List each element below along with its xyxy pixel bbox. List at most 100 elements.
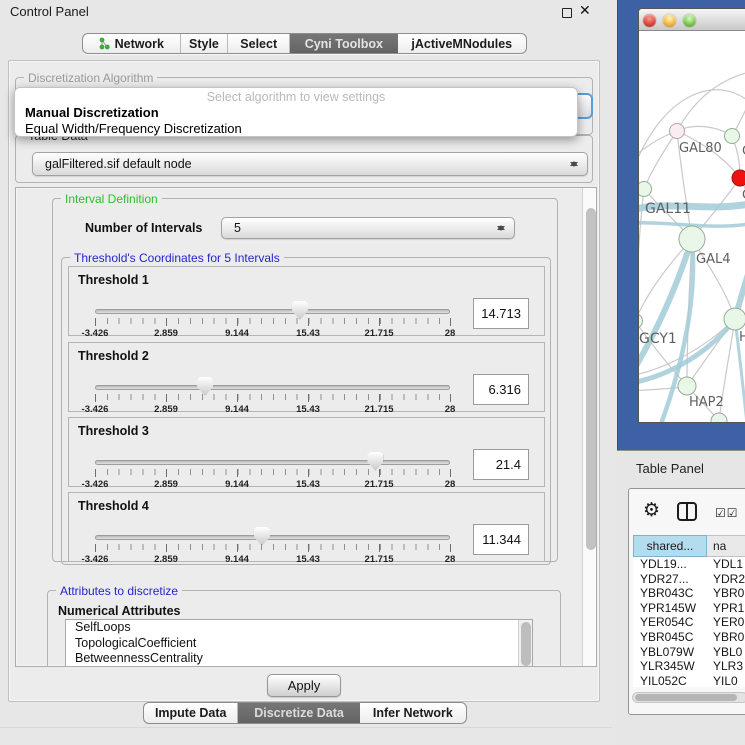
threshold-3-panel: Threshold 3 -3.426 2.859 9.144 15.43 21.… <box>68 417 545 487</box>
table-row[interactable]: YBL079WYBL0 <box>633 645 745 660</box>
apply-row: Apply <box>15 671 597 701</box>
node[interactable] <box>724 308 745 330</box>
node-gal4[interactable] <box>679 226 705 252</box>
threshold-1-label: Threshold 1 <box>78 273 149 287</box>
algorithm-option-manual[interactable]: Manual Discretization <box>25 105 159 120</box>
number-of-intervals-value: 5 <box>234 221 241 235</box>
threshold-2-slider[interactable]: -3.426 2.859 9.144 15.43 21.715 28 <box>95 377 450 411</box>
tab-jactivemnodules[interactable]: jActiveMNodules <box>398 34 526 53</box>
numerical-attributes-list[interactable]: SelfLoops TopologicalCoefficient Between… <box>65 619 533 667</box>
threshold-1-value-input[interactable] <box>473 298 529 329</box>
threshold-4-value-input[interactable] <box>473 524 529 555</box>
slider-ticks <box>95 469 451 475</box>
settings-scrollpane: Interval Definition Number of Intervals … <box>15 187 597 667</box>
list-item[interactable]: TopologicalCoefficient <box>66 636 532 652</box>
attributes-to-discretize-group: Attributes to discretize Numerical Attri… <box>47 590 561 667</box>
zoom-traffic-light-icon[interactable] <box>683 14 696 27</box>
svg-text:HAP2: HAP2 <box>689 395 724 410</box>
table-data-group: Table Data galFiltered.sif default node <box>15 135 593 183</box>
threshold-1-slider[interactable]: -3.426 2.859 9.144 15.43 21.715 28 <box>95 301 450 335</box>
divider <box>0 727 612 728</box>
control-panel-tabs: Network Style Select Cyni Toolbox jActiv… <box>82 33 527 54</box>
svg-text:GAL11: GAL11 <box>645 201 691 217</box>
table-row[interactable]: YER054CYER0 <box>633 615 745 630</box>
table-row[interactable]: YLR345WYLR3 <box>633 659 745 674</box>
slider-track <box>95 309 450 314</box>
threshold-3-label: Threshold 3 <box>78 424 149 438</box>
network-window-titlebar[interactable] <box>639 9 745 31</box>
tab-network[interactable]: Network <box>83 34 181 53</box>
table-row[interactable]: YDR27...YDR2 <box>633 572 745 587</box>
threshold-3-slider[interactable]: -3.426 2.859 9.144 15.43 21.715 28 <box>95 452 450 486</box>
column-header-name[interactable]: na <box>707 535 745 557</box>
minimize-traffic-light-icon[interactable] <box>663 14 676 27</box>
table-row[interactable]: YIL052CYIL0 <box>633 674 745 687</box>
table-panel-title: Table Panel <box>636 461 704 476</box>
numerical-attributes-label: Numerical Attributes <box>58 604 180 618</box>
cyni-toolbox-panel: Discretization Algorithm Select algorith… <box>8 60 600 702</box>
network-desktop-background: GAL80 G. C GAL11 GAL4 GCY1 H HAP2 <box>617 0 745 450</box>
close-traffic-light-icon[interactable] <box>643 14 656 27</box>
threshold-2-label: Threshold 2 <box>78 349 149 363</box>
table-header-row: shared... na <box>633 535 745 557</box>
node-hap2[interactable] <box>678 377 696 395</box>
threshold-3-value-input[interactable] <box>473 449 529 480</box>
interval-definition-group: Interval Definition Number of Intervals … <box>52 198 558 562</box>
cyni-bottom-tabs: Impute Data Discretize Data Infer Networ… <box>143 702 467 724</box>
network-icon <box>99 37 110 50</box>
float-window-icon[interactable] <box>562 8 572 18</box>
algorithm-option-equal-width[interactable]: Equal Width/Frequency Discretization <box>25 121 242 136</box>
table-panel-area: Table Panel ⚙ ☑☑ shared... na YDL19...YD… <box>617 450 745 745</box>
tab-cyni-toolbox[interactable]: Cyni Toolbox <box>290 34 398 53</box>
node-gcy1[interactable] <box>639 314 643 329</box>
attributes-to-discretize-label: Attributes to discretize <box>56 584 182 598</box>
gear-icon[interactable]: ⚙ <box>643 499 660 522</box>
table-row[interactable]: YBR045CYBR0 <box>633 630 745 645</box>
table-row[interactable]: YPR145WYPR1 <box>633 601 745 616</box>
table-row[interactable]: YBR043CYBR0 <box>633 586 745 601</box>
list-scrollbar-thumb[interactable] <box>521 622 531 666</box>
column-header-shared-name[interactable]: shared... <box>633 535 707 557</box>
table-horizontal-scrollbar[interactable] <box>632 692 745 703</box>
list-item[interactable]: SelfLoops <box>66 620 532 636</box>
node-gal80[interactable] <box>670 124 685 139</box>
network-view-window[interactable]: GAL80 G. C GAL11 GAL4 GCY1 H HAP2 <box>638 8 745 423</box>
threshold-1-panel: Threshold 1 -3.426 2.859 9.144 15.43 21.… <box>68 266 545 336</box>
tab-style[interactable]: Style <box>181 34 229 53</box>
select-columns-icon[interactable]: ☑☑ <box>715 506 739 520</box>
node-gal11[interactable] <box>639 182 652 197</box>
table-data-combobox[interactable]: galFiltered.sif default node <box>32 152 588 176</box>
network-canvas[interactable]: GAL80 G. C GAL11 GAL4 GCY1 H HAP2 <box>639 31 745 423</box>
svg-text:H: H <box>739 330 745 345</box>
node-selected-red[interactable] <box>732 170 745 186</box>
table-data-value: galFiltered.sif default node <box>45 157 192 171</box>
tab-infer-network[interactable]: Infer Network <box>360 703 466 723</box>
threshold-coordinates-group: Threshold's Coordinates for 5 Intervals … <box>61 257 551 565</box>
tab-select[interactable]: Select <box>228 34 290 53</box>
threshold-4-slider[interactable]: -3.426 2.859 9.144 15.43 21.715 28 <box>95 527 450 561</box>
node[interactable] <box>725 129 740 144</box>
slider-track <box>95 385 450 390</box>
table-scrollbar-thumb[interactable] <box>635 694 737 701</box>
control-panel-titlebar: Control Panel ✕ <box>0 0 612 24</box>
page-title: Control Panel <box>10 4 89 19</box>
close-icon[interactable]: ✕ <box>579 2 591 19</box>
tab-network-label: Network <box>115 37 164 51</box>
panel-scrollbar-thumb[interactable] <box>586 208 596 550</box>
threshold-2-value-input[interactable] <box>473 374 529 405</box>
split-columns-icon[interactable] <box>677 502 697 521</box>
slider-ticks <box>95 544 451 550</box>
interval-definition-label: Interval Definition <box>61 192 162 206</box>
table-row[interactable]: YDL19...YDL1 <box>633 557 745 572</box>
algorithm-dropdown-popup: Select algorithm to view settings Manual… <box>14 87 578 137</box>
list-scrollbar[interactable] <box>518 620 533 667</box>
list-item[interactable]: BetweennessCentrality <box>66 651 532 667</box>
apply-button[interactable]: Apply <box>267 674 341 697</box>
threshold-4-label: Threshold 4 <box>78 499 149 513</box>
node-table: shared... na YDL19...YDL1 YDR27...YDR2 Y… <box>633 535 745 687</box>
tab-impute-data[interactable]: Impute Data <box>144 703 238 723</box>
spinner-arrows-icon <box>497 221 505 235</box>
panel-scrollbar[interactable] <box>582 188 597 667</box>
number-of-intervals-combobox[interactable]: 5 <box>221 217 515 239</box>
tab-discretize-data[interactable]: Discretize Data <box>238 703 359 723</box>
